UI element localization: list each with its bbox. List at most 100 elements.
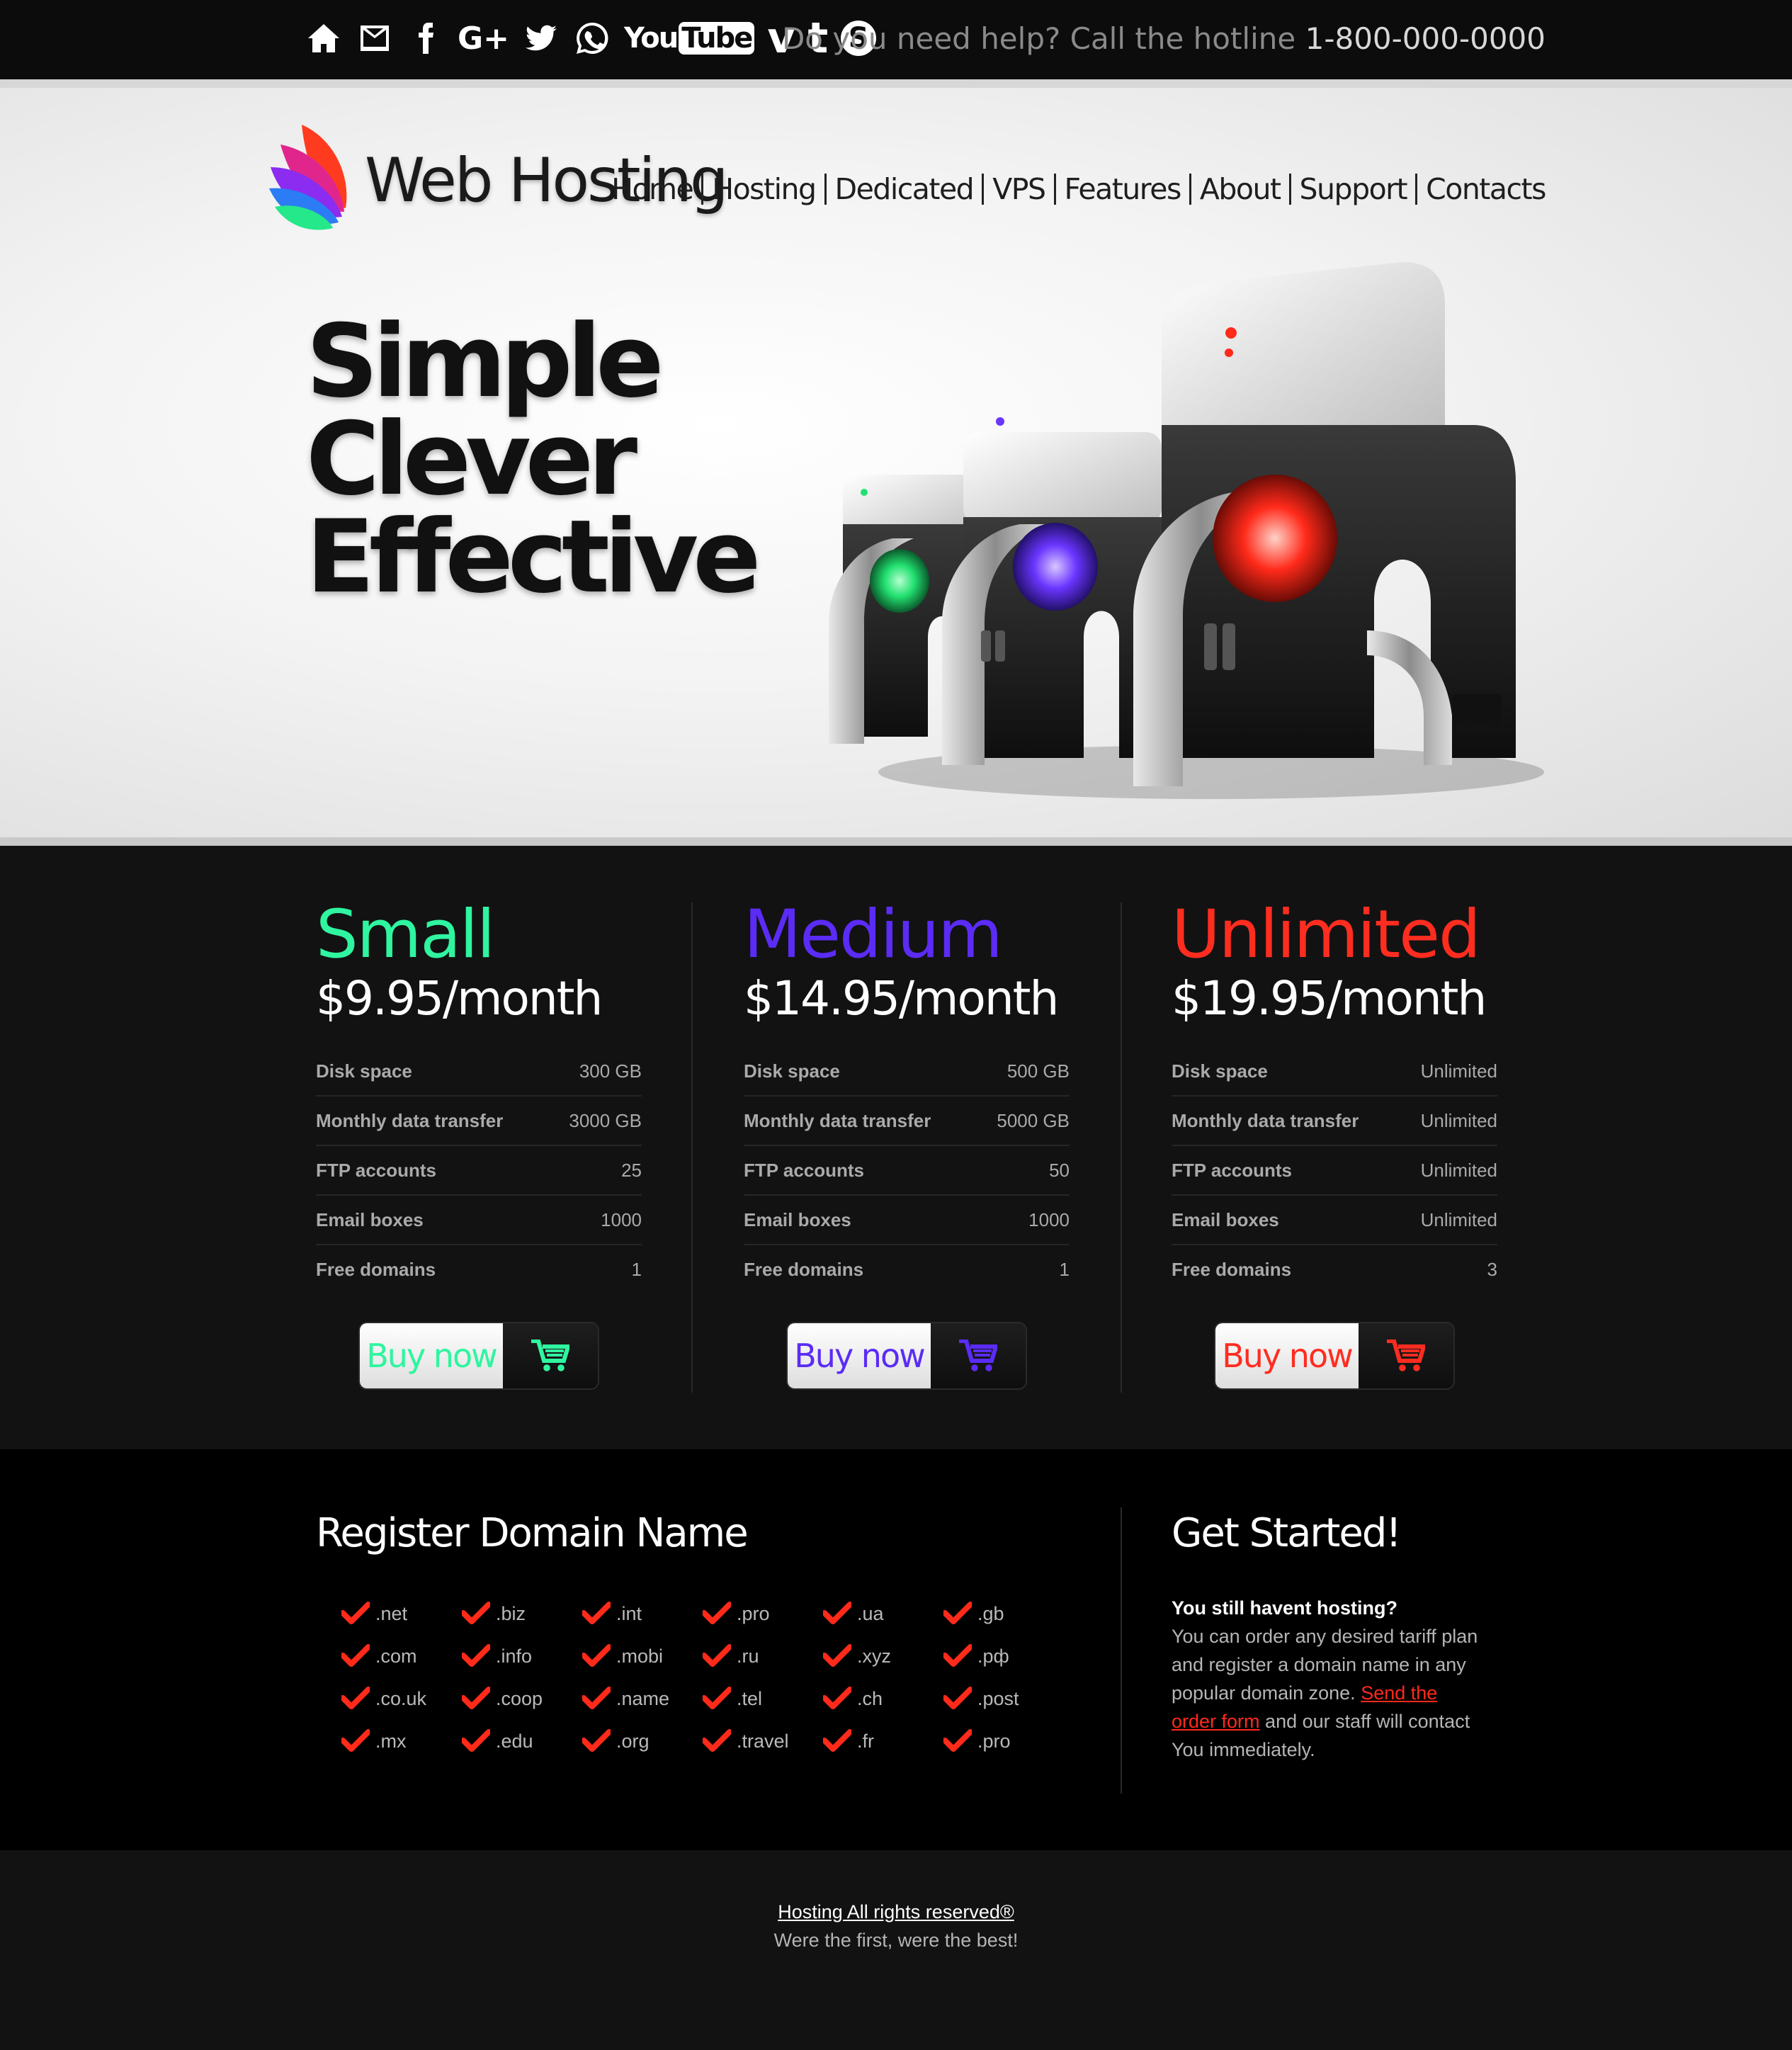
cart-icon[interactable] xyxy=(1359,1323,1453,1388)
plan-features: Disk space 300 GB Monthly data transfer 30… xyxy=(316,1047,642,1293)
google-plus-icon[interactable]: G+ xyxy=(458,19,509,57)
feature-label: Email boxes xyxy=(316,1208,424,1230)
hotline: Do you need help? Call the hotline 1-800… xyxy=(782,21,1546,56)
domain-label: .int xyxy=(616,1602,642,1624)
domain-item[interactable]: .edu xyxy=(462,1720,582,1762)
nav-about[interactable]: About xyxy=(1191,174,1291,205)
plan-price: $9.95/month xyxy=(316,971,603,1026)
check-icon xyxy=(943,1602,972,1624)
feature-label: Monthly data transfer xyxy=(1172,1109,1359,1131)
feature-label: Free domains xyxy=(316,1258,436,1280)
nav-support[interactable]: Support xyxy=(1291,174,1418,205)
hotline-number[interactable]: 1-800-000-0000 xyxy=(1305,21,1546,56)
domain-item[interactable]: .pro xyxy=(943,1720,1064,1762)
domain-item[interactable]: .ru xyxy=(703,1635,823,1677)
buy-now-button[interactable]: Buy now xyxy=(1215,1323,1453,1388)
buy-now-button[interactable]: Buy now xyxy=(788,1323,1026,1388)
register-domain-title: Register Domain Name xyxy=(316,1510,749,1556)
feature-value: Unlimited xyxy=(1420,1208,1497,1230)
domain-item[interactable]: .net xyxy=(341,1592,462,1635)
whatsapp-icon[interactable] xyxy=(573,19,611,57)
buy-now-label[interactable]: Buy now xyxy=(788,1323,931,1388)
domain-item[interactable]: .biz xyxy=(462,1592,582,1635)
facebook-icon[interactable] xyxy=(407,19,445,57)
domain-item[interactable]: .info xyxy=(462,1635,582,1677)
domain-item[interactable]: .travel xyxy=(703,1720,823,1762)
domain-item[interactable]: .ua xyxy=(823,1592,943,1635)
feature-label: Disk space xyxy=(1172,1060,1268,1082)
feature-label: Monthly data transfer xyxy=(744,1109,931,1131)
check-icon xyxy=(462,1644,490,1667)
youtube-you: You xyxy=(623,22,679,55)
slogan-line-3: Effective xyxy=(306,499,761,616)
feature-label: Email boxes xyxy=(744,1208,851,1230)
youtube-tube: Tube xyxy=(679,22,755,55)
feature-row: Free domains 1 xyxy=(316,1245,642,1293)
feature-label: Disk space xyxy=(316,1060,412,1082)
feature-value: 5000 GB xyxy=(997,1109,1070,1131)
check-icon xyxy=(823,1602,851,1624)
domain-label: .net xyxy=(375,1602,408,1624)
domain-label: .coop xyxy=(496,1687,543,1709)
domain-item[interactable]: .рф xyxy=(943,1635,1064,1677)
feature-row: Monthly data transfer Unlimited xyxy=(1172,1097,1497,1146)
domain-item[interactable]: .com xyxy=(341,1635,462,1677)
domain-label: .travel xyxy=(737,1730,789,1752)
domain-item[interactable]: .xyz xyxy=(823,1635,943,1677)
domain-item[interactable]: .mobi xyxy=(582,1635,703,1677)
check-icon xyxy=(582,1687,611,1709)
feature-label: Free domains xyxy=(1172,1258,1292,1280)
slogan-line-2: Clever xyxy=(306,401,637,518)
youtube-icon[interactable]: You Tube xyxy=(623,19,755,57)
twitter-icon[interactable] xyxy=(522,19,560,57)
nav-contacts[interactable]: Contacts xyxy=(1417,174,1546,205)
copyright-link[interactable]: Hosting All rights reserved® xyxy=(778,1901,1014,1922)
domain-item[interactable]: .gb xyxy=(943,1592,1064,1635)
feature-row: FTP accounts 50 xyxy=(744,1146,1070,1196)
cart-icon[interactable] xyxy=(931,1323,1026,1388)
domain-item[interactable]: .int xyxy=(582,1592,703,1635)
nav-home[interactable]: Home xyxy=(603,174,704,205)
domain-item[interactable]: .co.uk xyxy=(341,1677,462,1720)
domain-item[interactable]: .mx xyxy=(341,1720,462,1762)
domain-label: .biz xyxy=(496,1602,526,1624)
feature-label: Email boxes xyxy=(1172,1208,1279,1230)
buy-now-button[interactable]: Buy now xyxy=(360,1323,598,1388)
check-icon xyxy=(943,1644,972,1667)
logo-icon[interactable] xyxy=(268,123,353,231)
domain-item[interactable]: .coop xyxy=(462,1677,582,1720)
check-icon xyxy=(582,1644,611,1667)
check-icon xyxy=(341,1687,370,1709)
domain-item[interactable]: .org xyxy=(582,1720,703,1762)
mail-icon[interactable] xyxy=(356,19,394,57)
domain-item[interactable]: .ch xyxy=(823,1677,943,1720)
feature-row: Monthly data transfer 5000 GB xyxy=(744,1097,1070,1146)
domain-item[interactable]: .tel xyxy=(703,1677,823,1720)
nav-vps[interactable]: VPS xyxy=(984,174,1056,205)
plan-name: Small xyxy=(316,896,495,973)
domain-item[interactable]: .name xyxy=(582,1677,703,1720)
feature-value: Unlimited xyxy=(1420,1060,1497,1082)
domain-item[interactable]: .pro xyxy=(703,1592,823,1635)
hotline-text: Do you need help? Call the hotline xyxy=(781,21,1296,56)
feature-value: 300 GB xyxy=(579,1060,642,1082)
hero-top-border xyxy=(0,79,1792,88)
footer-copyright: Hosting All rights reserved® xyxy=(0,1901,1792,1923)
feature-row: Disk space Unlimited xyxy=(1172,1047,1497,1097)
nav-dedicated[interactable]: Dedicated xyxy=(827,174,985,205)
nav-features[interactable]: Features xyxy=(1056,174,1191,205)
buy-now-label[interactable]: Buy now xyxy=(360,1323,503,1388)
domain-item[interactable]: .fr xyxy=(823,1720,943,1762)
nav-hosting[interactable]: Hosting xyxy=(703,174,827,205)
get-started-text: You still havent hosting? You can order … xyxy=(1172,1594,1483,1764)
check-icon xyxy=(462,1602,490,1624)
plan-unlimited: Unlimited $19.95/month Disk space Unlimit… xyxy=(1172,900,1497,1388)
domain-item[interactable]: .post xyxy=(943,1677,1064,1720)
pricing-divider-1 xyxy=(691,902,693,1393)
feature-label: FTP accounts xyxy=(1172,1159,1293,1181)
home-icon[interactable] xyxy=(305,19,343,57)
domains-divider xyxy=(1121,1507,1122,1794)
buy-now-label[interactable]: Buy now xyxy=(1215,1323,1359,1388)
cart-icon[interactable] xyxy=(503,1323,598,1388)
feature-label: FTP accounts xyxy=(316,1159,437,1181)
